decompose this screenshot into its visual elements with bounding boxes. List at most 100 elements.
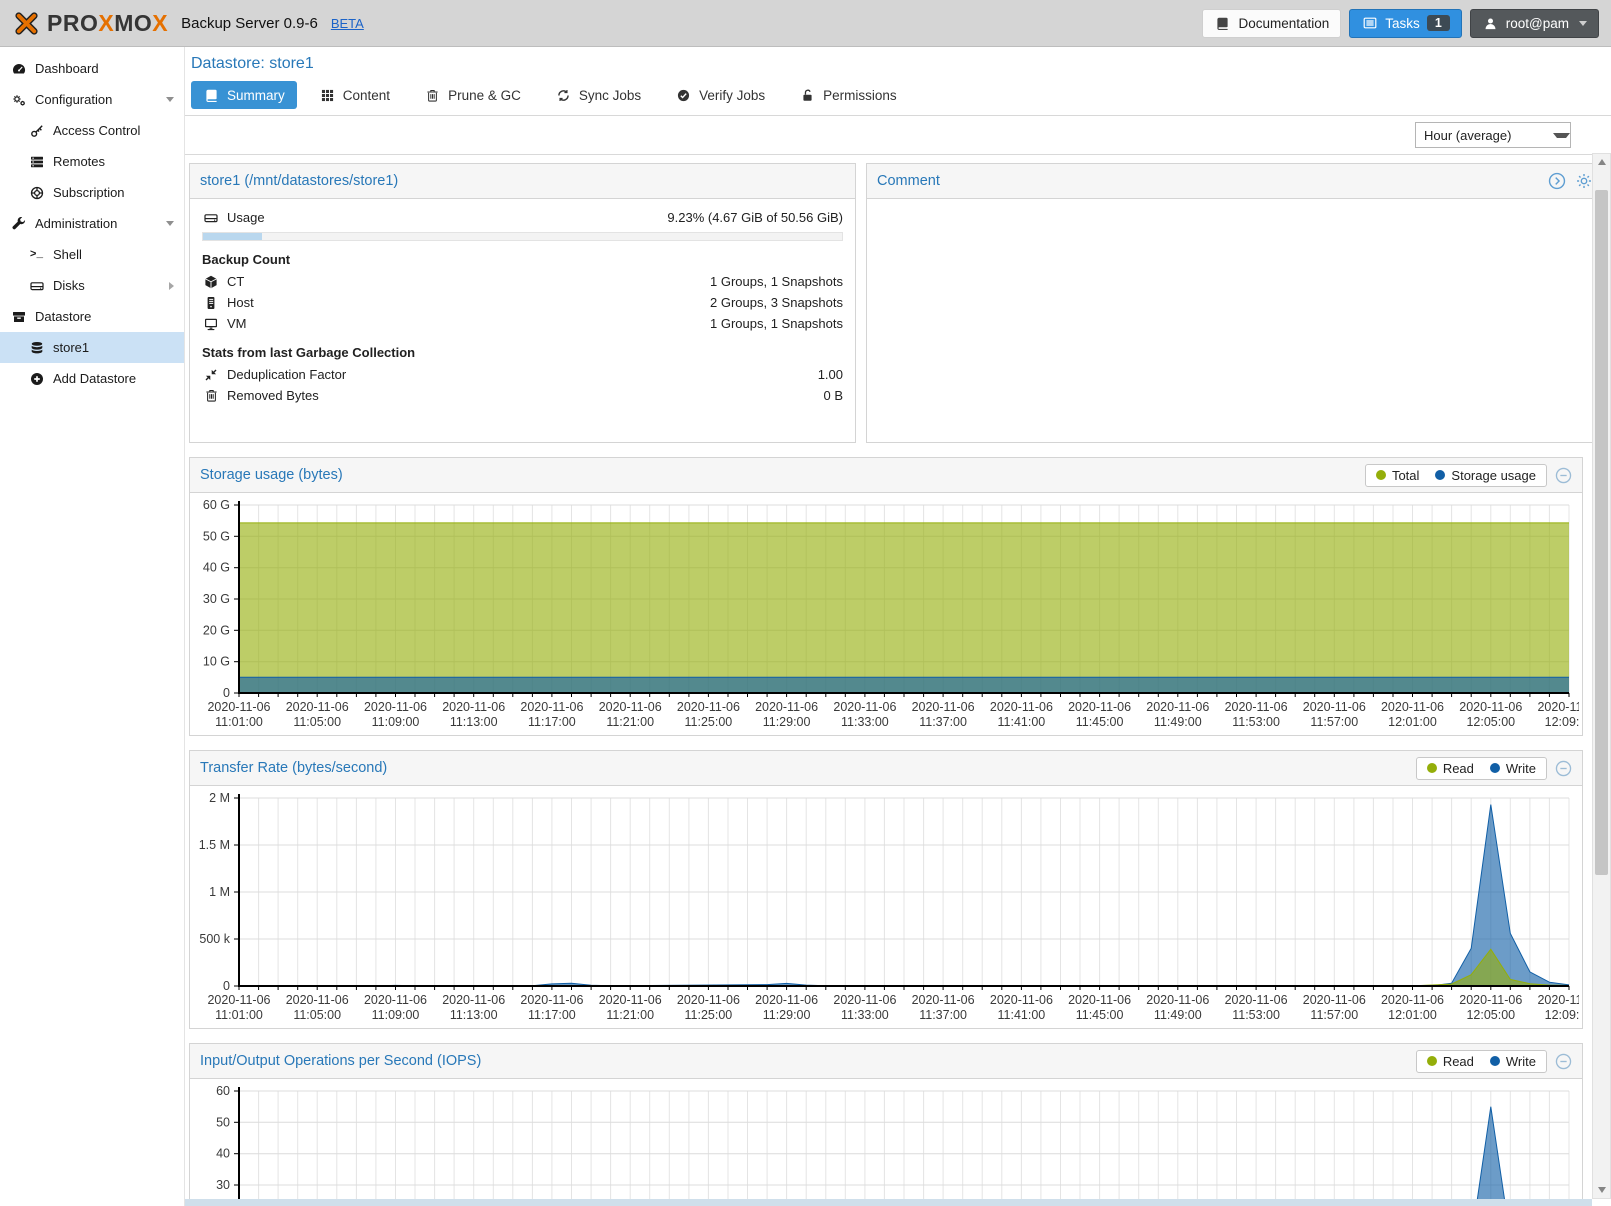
- svg-text:11:01:00: 11:01:00: [215, 715, 263, 729]
- legend-read[interactable]: Read: [1427, 1054, 1474, 1069]
- legend-write[interactable]: Write: [1490, 1054, 1536, 1069]
- svg-text:500 k: 500 k: [199, 932, 230, 946]
- compress-icon: [202, 368, 220, 382]
- svg-text:11:41:00: 11:41:00: [998, 715, 1046, 729]
- svg-text:40: 40: [216, 1147, 230, 1161]
- row-value: 1 Groups, 1 Snapshots: [710, 274, 843, 289]
- legend-label: Write: [1506, 761, 1536, 776]
- svg-text:2020-11-06: 2020-11-06: [912, 993, 975, 1007]
- sidebar-item-subscription[interactable]: Subscription: [0, 177, 184, 208]
- sidebar-item-label: Subscription: [53, 185, 125, 200]
- svg-text:11:17:00: 11:17:00: [528, 1008, 576, 1022]
- book-icon: [203, 89, 220, 102]
- svg-text:2 M: 2 M: [209, 791, 230, 805]
- select-trigger[interactable]: [1550, 123, 1570, 147]
- tab-sync-jobs[interactable]: Sync Jobs: [543, 81, 653, 109]
- task-list-icon: [1361, 16, 1378, 30]
- sidebar-item-add-datastore[interactable]: Add Datastore: [0, 363, 184, 394]
- documentation-button[interactable]: Documentation: [1202, 9, 1341, 38]
- remotes-icon: [28, 155, 45, 169]
- collapse-arrow-icon[interactable]: [166, 97, 174, 102]
- tasks-button[interactable]: Tasks 1: [1349, 9, 1461, 38]
- sidebar-item-datastore[interactable]: Datastore: [0, 301, 184, 332]
- hdd-icon: [28, 279, 45, 293]
- top-header: PROXMOX Backup Server 0.9-6 BETA Documen…: [0, 0, 1611, 47]
- scrollbar-thumb[interactable]: [1595, 190, 1608, 875]
- svg-text:2020-11-06: 2020-11-06: [286, 700, 349, 714]
- svg-text:2020-11-06: 2020-11-06: [1068, 993, 1131, 1007]
- svg-text:2020-11-06: 2020-11-06: [1537, 993, 1579, 1007]
- expand-tool-icon[interactable]: [1548, 172, 1567, 190]
- svg-text:11:25:00: 11:25:00: [685, 1008, 733, 1022]
- backup-count-heading: Backup Count: [202, 252, 843, 267]
- user-icon: [1482, 17, 1499, 30]
- tab-label: Prune & GC: [448, 88, 521, 103]
- beta-link[interactable]: BETA: [331, 16, 364, 31]
- svg-text:11:37:00: 11:37:00: [919, 1008, 967, 1022]
- chart-legend: Read Write: [1416, 1050, 1547, 1073]
- user-menu-button[interactable]: root@pam: [1470, 9, 1599, 38]
- sidebar-item-shell[interactable]: >_Shell: [0, 239, 184, 270]
- input-output-operations-per-second-iops-panel: Input/Output Operations per Second (IOPS…: [189, 1043, 1583, 1206]
- legend-total[interactable]: Total: [1376, 468, 1419, 483]
- sidebar-item-remotes[interactable]: Remotes: [0, 146, 184, 177]
- brand-name: PROXMOX: [47, 10, 168, 37]
- svg-text:11:01:00: 11:01:00: [215, 1008, 263, 1022]
- comment-panel: Comment: [866, 163, 1605, 443]
- expand-arrow-icon[interactable]: [169, 282, 174, 290]
- collapse-icon[interactable]: [1555, 467, 1572, 484]
- sidebar-item-access-control[interactable]: Access Control: [0, 115, 184, 146]
- tab-permissions[interactable]: Permissions: [787, 81, 909, 109]
- chart-legend: Read Write: [1416, 757, 1547, 780]
- row-label: Removed Bytes: [227, 388, 319, 403]
- chevron-down-icon: [1579, 21, 1587, 26]
- legend-storage-usage[interactable]: Storage usage: [1435, 468, 1536, 483]
- tasks-badge: 1: [1427, 15, 1450, 31]
- scroll-up-arrow[interactable]: [1593, 154, 1610, 170]
- sidebar-item-dashboard[interactable]: Dashboard: [0, 53, 184, 84]
- time-range-select[interactable]: Hour (average): [1415, 122, 1571, 148]
- tab-prune-gc[interactable]: Prune & GC: [412, 81, 533, 109]
- horizontal-scrollbar[interactable]: [185, 1199, 1592, 1206]
- legend-dot-icon: [1435, 470, 1445, 480]
- collapse-arrow-icon[interactable]: [166, 221, 174, 226]
- chart-title: Input/Output Operations per Second (IOPS…: [200, 1053, 481, 1069]
- scroll-down-arrow[interactable]: [1593, 1182, 1610, 1198]
- brand-segment: MO: [114, 10, 152, 37]
- svg-text:2020-11-06: 2020-11-06: [599, 993, 662, 1007]
- main-area: Datastore: store1 SummaryContentPrune & …: [185, 47, 1611, 1206]
- svg-text:2020-11-06: 2020-11-06: [364, 993, 427, 1007]
- svg-text:2020-11-06: 2020-11-06: [442, 700, 505, 714]
- hdd-icon: [202, 211, 220, 225]
- collapse-icon[interactable]: [1555, 760, 1572, 777]
- collapse-icon[interactable]: [1555, 1053, 1572, 1070]
- legend-write[interactable]: Write: [1490, 761, 1536, 776]
- comment-content[interactable]: [867, 199, 1604, 445]
- sidebar-item-store1[interactable]: store1: [0, 332, 184, 363]
- key-icon: [28, 124, 45, 138]
- legend-label: Storage usage: [1451, 468, 1536, 483]
- legend-read[interactable]: Read: [1427, 761, 1474, 776]
- transfer-rate-bytes-second-panel: Transfer Rate (bytes/second)ReadWrite2 M…: [189, 750, 1583, 1029]
- brand-segment: PRO: [47, 10, 98, 37]
- vertical-scrollbar[interactable]: [1592, 153, 1611, 1199]
- sidebar-item-disks[interactable]: Disks: [0, 270, 184, 301]
- datastore-summary-panel: store1 (/mnt/datastores/store1) Usage9.2…: [189, 163, 856, 443]
- svg-text:30 G: 30 G: [203, 592, 230, 606]
- tab-content[interactable]: Content: [307, 81, 402, 109]
- svg-text:11:41:00: 11:41:00: [998, 1008, 1046, 1022]
- tab-verify-jobs[interactable]: Verify Jobs: [663, 81, 777, 109]
- sidebar-item-label: Dashboard: [35, 61, 99, 76]
- row-value: 2 Groups, 3 Snapshots: [710, 295, 843, 310]
- svg-text:11:57:00: 11:57:00: [1310, 715, 1358, 729]
- svg-text:2020-11-06: 2020-11-06: [755, 700, 818, 714]
- svg-text:11:45:00: 11:45:00: [1076, 715, 1124, 729]
- svg-text:11:21:00: 11:21:00: [606, 1008, 654, 1022]
- svg-text:11:45:00: 11:45:00: [1076, 1008, 1124, 1022]
- sidebar-item-administration[interactable]: Administration: [0, 208, 184, 239]
- top-actions: Documentation Tasks 1 root@pam: [1202, 9, 1599, 38]
- tab-summary[interactable]: Summary: [191, 81, 297, 109]
- sidebar-item-configuration[interactable]: Configuration: [0, 84, 184, 115]
- svg-text:12:09:00: 12:09:00: [1545, 1008, 1579, 1022]
- svg-text:11:53:00: 11:53:00: [1232, 715, 1280, 729]
